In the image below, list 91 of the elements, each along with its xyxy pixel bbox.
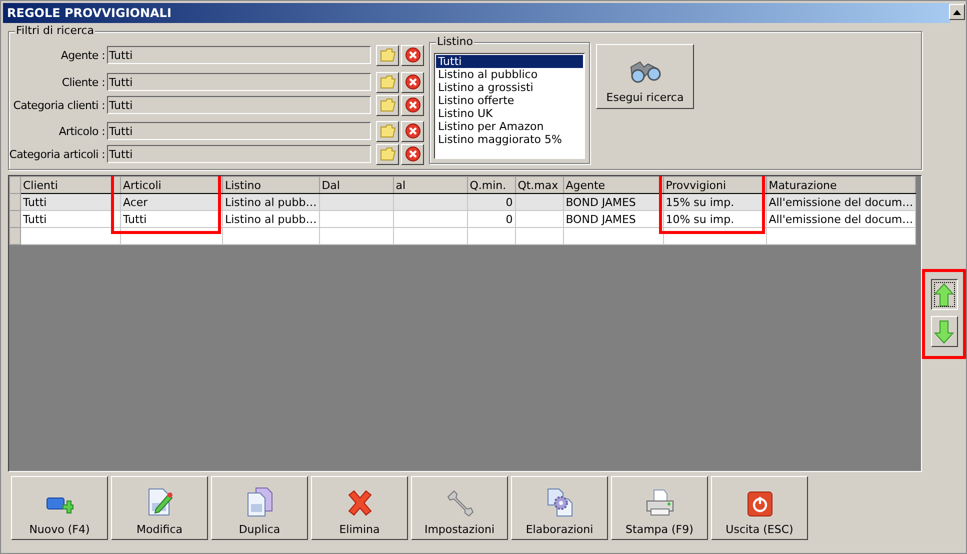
folder-icon: [380, 98, 396, 112]
filter-field[interactable]: Tutti: [107, 96, 371, 114]
clear-icon: [404, 123, 420, 139]
filter-field[interactable]: Tutti: [107, 122, 371, 140]
folder-icon: [380, 124, 396, 138]
table-cell: All'emissione del docum…: [766, 210, 916, 228]
toolbar-button[interactable]: Stampa (F9): [611, 476, 708, 540]
field-label: Articolo :: [58, 124, 106, 138]
field-label: Cliente :: [60, 76, 106, 88]
browse-button[interactable]: [376, 94, 399, 116]
row-header: [10, 176, 20, 194]
table-cell: Listino al pubb…: [222, 210, 320, 228]
table-cell: BOND JAMES: [563, 210, 664, 228]
documents-icon: [246, 487, 274, 517]
field-label: Agente :: [60, 48, 106, 62]
scroll-up-button[interactable]: [949, 4, 965, 20]
row-header: [10, 210, 20, 228]
move-up-button[interactable]: [930, 279, 958, 310]
table-row[interactable]: Tutti Acer Listino al pubb… 0 BOND JAMES 15% su imp. All'emissione del docum…: [10, 194, 916, 210]
clear-button[interactable]: [401, 120, 424, 142]
clear-button[interactable]: [401, 72, 424, 92]
folder-icon: [380, 48, 396, 62]
document-gear-icon: [546, 487, 574, 517]
table-row[interactable]: Tutti Tutti Listino al pubb… 0 BOND JAMES 10% su imp. All'emissione del docum…: [10, 210, 916, 228]
list-item[interactable]: Listino per Amazon: [436, 120, 583, 133]
column-header: al: [393, 176, 468, 194]
table-cell: 0: [467, 210, 516, 228]
column-header: Qt.max: [515, 176, 564, 194]
column-header: Maturazione: [766, 176, 916, 194]
list-item[interactable]: Listino al pubblico: [436, 68, 583, 81]
group-title: Filtri di ricerca: [15, 24, 96, 37]
clear-icon: [404, 97, 420, 113]
clear-icon: [404, 74, 420, 90]
move-down-button[interactable]: [930, 316, 958, 347]
toolbar-button[interactable]: Impostazioni: [411, 476, 508, 540]
column-header: Listino: [222, 176, 320, 194]
filter-field[interactable]: Tutti: [107, 46, 371, 64]
list-item[interactable]: Tutti: [436, 55, 583, 68]
browse-button[interactable]: [376, 72, 399, 92]
printer-icon: [644, 489, 674, 517]
list-item[interactable]: Listino UK: [436, 107, 583, 120]
clear-button[interactable]: [401, 144, 424, 164]
table-cell: 0: [467, 194, 516, 210]
table-cell: Tutti: [120, 210, 222, 228]
column-header: Agente: [563, 176, 664, 194]
toolbar-button[interactable]: Nuovo (F4): [11, 476, 108, 540]
table-cell: 10% su imp.: [663, 210, 766, 228]
window-title: REGOLE PROVVIGIONALI: [7, 6, 172, 20]
toolbar-button[interactable]: Elaborazioni: [511, 476, 608, 540]
binoculars-icon: [628, 59, 662, 85]
column-header: Clienti: [20, 176, 120, 194]
table-cell: All'emissione del docum…: [766, 194, 916, 210]
clear-button[interactable]: [401, 94, 424, 116]
listino-listbox[interactable]: Tutti Listino al pubblico Listino a grossisti Listino offerte Listino UK Listino per Amazon Listino maggiorato 5%: [434, 53, 585, 159]
table-cell: Tutti: [20, 210, 120, 228]
group-title: Listino: [436, 35, 474, 48]
clear-icon: [404, 47, 420, 63]
browse-button[interactable]: [376, 44, 399, 66]
cross-icon: [346, 489, 374, 517]
arrow-down-icon: [934, 320, 954, 344]
table-cell: Tutti: [20, 194, 120, 210]
toolbar-button[interactable]: Duplica: [211, 476, 308, 540]
triangle-up-icon: [953, 10, 961, 14]
list-item[interactable]: Listino maggiorato 5%: [436, 133, 583, 146]
clear-button[interactable]: [401, 44, 424, 66]
row-header: [10, 194, 20, 210]
toolbar-button[interactable]: Elimina: [311, 476, 408, 540]
folder-icon: [380, 147, 396, 161]
arrow-up-icon: [934, 282, 954, 306]
folder-icon: [380, 75, 396, 89]
column-header: Dal: [319, 176, 394, 194]
power-icon: [746, 491, 772, 517]
toolbar-button[interactable]: Uscita (ESC): [711, 476, 808, 540]
search-button[interactable]: Esegui ricerca: [596, 44, 694, 109]
table-cell: Acer: [120, 194, 222, 210]
table-cell: BOND JAMES: [563, 194, 664, 210]
toolbar-button[interactable]: Modifica: [111, 476, 208, 540]
wrench-icon: [446, 489, 474, 517]
list-item[interactable]: Listino offerte: [436, 94, 583, 107]
document-pencil-icon: [146, 487, 174, 517]
field-label: Categoria articoli :: [9, 148, 106, 160]
clear-icon: [404, 146, 420, 162]
filter-field[interactable]: Tutti: [107, 145, 371, 163]
field-label: Categoria clienti :: [12, 98, 106, 112]
list-item[interactable]: Listino a grossisti: [436, 81, 583, 94]
column-header: Q.min.: [467, 176, 516, 194]
filter-field[interactable]: Tutti: [107, 73, 371, 91]
table-cell: Listino al pubb…: [222, 194, 320, 210]
table-cell: 15% su imp.: [663, 194, 766, 210]
browse-button[interactable]: [376, 120, 399, 142]
browse-button[interactable]: [376, 144, 399, 164]
